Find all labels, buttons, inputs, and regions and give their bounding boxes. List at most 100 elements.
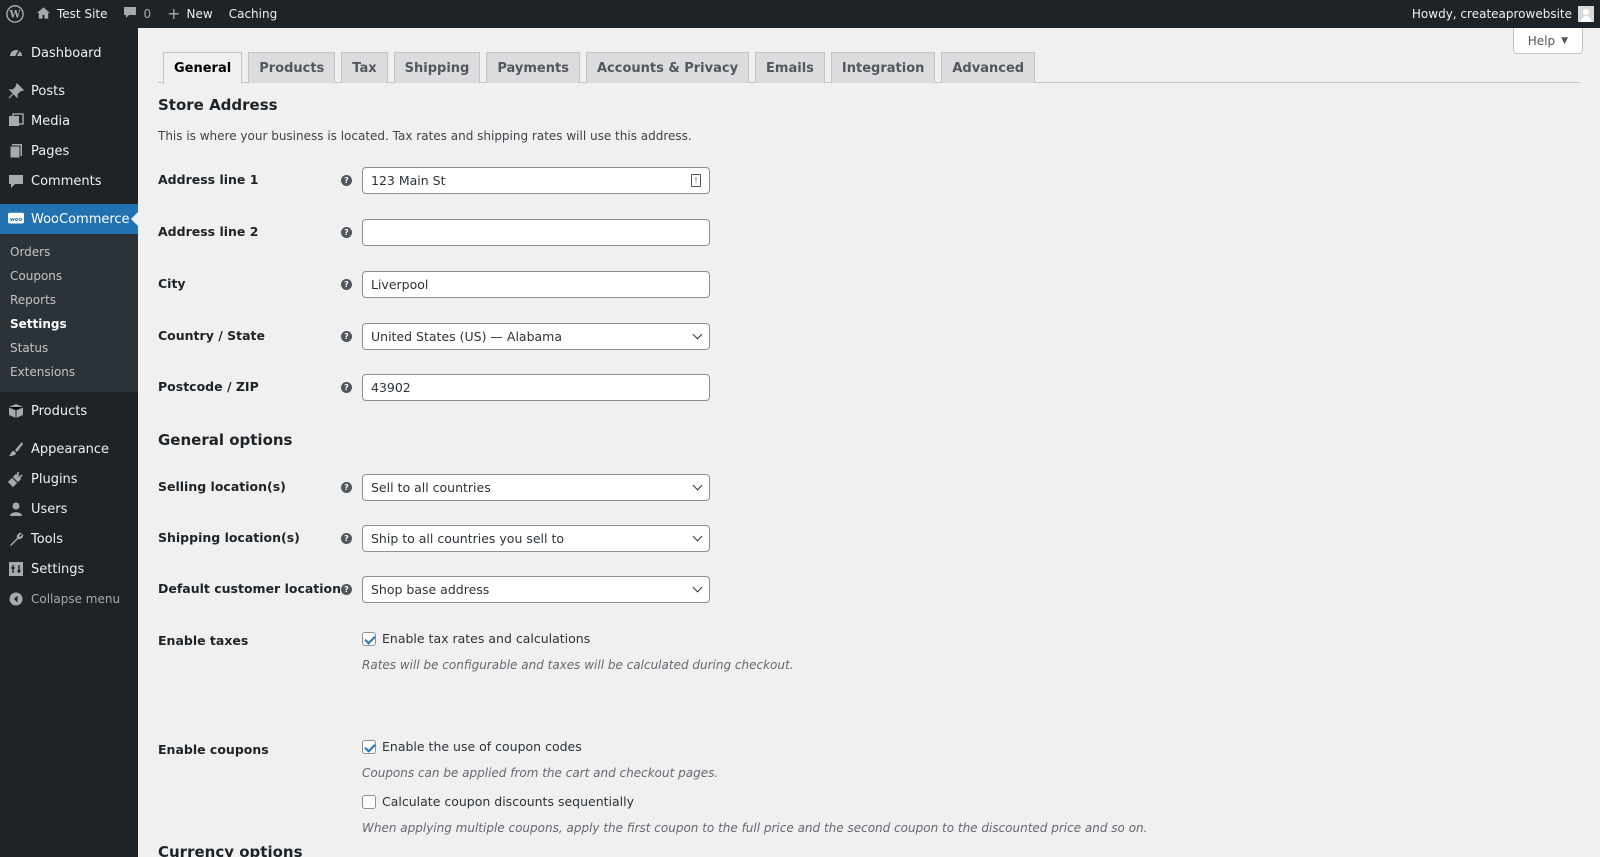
city-label: City (158, 276, 186, 291)
submenu-item-settings[interactable]: Settings (0, 312, 138, 336)
address-line-1-input[interactable]: 123 Main St ! (362, 167, 710, 194)
currency-options-heading: Currency options (158, 843, 303, 857)
sidebar-item-woocommerce[interactable]: woo WooCommerce (0, 204, 138, 234)
sidebar-item-pages[interactable]: Pages (0, 136, 138, 166)
tab-products[interactable]: Products (248, 52, 336, 83)
help-tip-icon[interactable]: ? (341, 175, 352, 186)
submenu-item-extensions[interactable]: Extensions (0, 360, 138, 384)
sidebar-item-posts[interactable]: Posts (0, 76, 138, 106)
help-tip-icon[interactable]: ? (341, 482, 352, 493)
comment-bubble-icon (123, 6, 137, 22)
site-name: Test Site (57, 7, 108, 21)
plus-icon: + (167, 4, 181, 23)
chevron-down-icon (692, 582, 703, 593)
general-options-heading: General options (158, 431, 293, 449)
tab-integration[interactable]: Integration (830, 52, 936, 83)
caching-link[interactable]: Caching (221, 0, 286, 28)
submenu-item-status[interactable]: Status (0, 336, 138, 360)
shipping-locations-label: Shipping location(s) (158, 530, 300, 545)
admin-bar: W Test Site 0 + New Caching Howdy, creat… (0, 0, 1600, 28)
main-content: Help ▼ General Products Tax Shipping Pay… (138, 28, 1600, 857)
enable-coupons-option[interactable]: Enable the use of coupon codes (362, 739, 582, 754)
plug-icon (8, 471, 24, 487)
country-state-label: Country / State (158, 328, 265, 343)
help-tip-icon[interactable]: ? (341, 533, 352, 544)
help-button[interactable]: Help ▼ (1512, 28, 1583, 54)
sidebar-item-products[interactable]: Products (0, 396, 138, 426)
dashboard-icon (8, 45, 24, 61)
sidebar-item-tools[interactable]: Tools (0, 524, 138, 554)
tab-accounts-privacy[interactable]: Accounts & Privacy (585, 52, 750, 83)
brush-icon (8, 441, 24, 457)
chevron-down-icon (692, 480, 703, 491)
help-tip-icon[interactable]: ? (341, 331, 352, 342)
sidebar-item-settings[interactable]: Settings (0, 554, 138, 584)
postcode-input[interactable]: 43902 (362, 374, 710, 401)
comment-icon (8, 173, 24, 189)
wordpress-logo-icon[interactable]: W (0, 0, 28, 28)
howdy-text: Howdy, createaprowebsite (1411, 7, 1572, 21)
autofill-icon[interactable]: ! (691, 174, 701, 187)
enable-coupons-checkbox[interactable] (362, 739, 376, 754)
help-tip-icon[interactable]: ? (341, 279, 352, 290)
collapse-icon (8, 591, 24, 607)
home-icon (36, 6, 51, 23)
account-menu[interactable]: Howdy, createaprowebsite (1404, 0, 1594, 28)
sidebar-item-dashboard[interactable]: Dashboard (0, 38, 138, 68)
shipping-locations-select[interactable]: Ship to all countries you sell to (362, 525, 710, 552)
svg-text:woo: woo (10, 217, 23, 223)
submenu-item-orders[interactable]: Orders (0, 240, 138, 264)
tab-payments[interactable]: Payments (486, 52, 580, 83)
sidebar-item-appearance[interactable]: Appearance (0, 434, 138, 464)
help-tip-icon[interactable]: ? (341, 227, 352, 238)
selling-locations-label: Selling location(s) (158, 479, 286, 494)
tab-shipping[interactable]: Shipping (393, 52, 481, 83)
comments-link[interactable]: 0 (115, 0, 159, 28)
address-line-1-label: Address line 1 (158, 172, 259, 187)
sidebar-item-users[interactable]: Users (0, 494, 138, 524)
new-content-link[interactable]: + New (159, 0, 221, 28)
help-tip-icon[interactable]: ? (341, 382, 352, 393)
chevron-down-icon (692, 531, 703, 542)
tab-advanced[interactable]: Advanced (941, 52, 1036, 83)
address-line-2-input[interactable] (362, 219, 710, 246)
sidebar-item-media[interactable]: Media (0, 106, 138, 136)
calc-coupons-sequentially-checkbox[interactable] (362, 794, 376, 809)
caret-down-icon: ▼ (1561, 35, 1568, 46)
submenu-item-reports[interactable]: Reports (0, 288, 138, 312)
media-icon (8, 113, 24, 129)
sidebar-item-comments[interactable]: Comments (0, 166, 138, 196)
pin-icon (8, 83, 24, 99)
tab-emails[interactable]: Emails (755, 52, 825, 83)
box-icon (8, 403, 24, 419)
comments-count: 0 (143, 7, 152, 21)
city-input[interactable]: Liverpool (362, 271, 710, 298)
settings-tabs: General Products Tax Shipping Payments A… (158, 52, 1580, 84)
tab-general[interactable]: General (163, 52, 243, 84)
enable-taxes-label: Enable taxes (158, 633, 249, 648)
calc-coupons-sequentially-hint: When applying multiple coupons, apply th… (362, 821, 1148, 835)
submenu-item-coupons[interactable]: Coupons (0, 264, 138, 288)
sidebar-item-plugins[interactable]: Plugins (0, 464, 138, 494)
default-customer-location-select[interactable]: Shop base address (362, 576, 710, 603)
admin-sidebar: Dashboard Posts Media Pages Comments woo… (0, 28, 138, 857)
enable-coupons-hint: Coupons can be applied from the cart and… (362, 766, 719, 780)
country-state-select[interactable]: United States (US) — Alabama (362, 323, 710, 350)
tab-tax[interactable]: Tax (341, 52, 388, 83)
woo-icon: woo (8, 211, 24, 227)
enable-taxes-hint: Rates will be configurable and taxes wil… (362, 658, 794, 672)
site-name-link[interactable]: Test Site (28, 0, 115, 28)
calc-coupons-sequentially-option[interactable]: Calculate coupon discounts sequentially (362, 794, 634, 809)
avatar (1578, 6, 1594, 22)
woocommerce-submenu: Orders Coupons Reports Settings Status E… (0, 234, 138, 392)
collapse-menu-button[interactable]: Collapse menu (0, 584, 138, 614)
help-tip-icon[interactable]: ? (341, 584, 352, 595)
pages-icon (8, 143, 24, 159)
enable-coupons-label: Enable coupons (158, 742, 269, 757)
svg-text:W: W (8, 10, 21, 21)
enable-taxes-checkbox[interactable] (362, 631, 376, 646)
enable-taxes-option[interactable]: Enable tax rates and calculations (362, 631, 590, 646)
selling-locations-select[interactable]: Sell to all countries (362, 474, 710, 501)
store-address-description: This is where your business is located. … (158, 129, 692, 143)
wrench-icon (8, 531, 24, 547)
